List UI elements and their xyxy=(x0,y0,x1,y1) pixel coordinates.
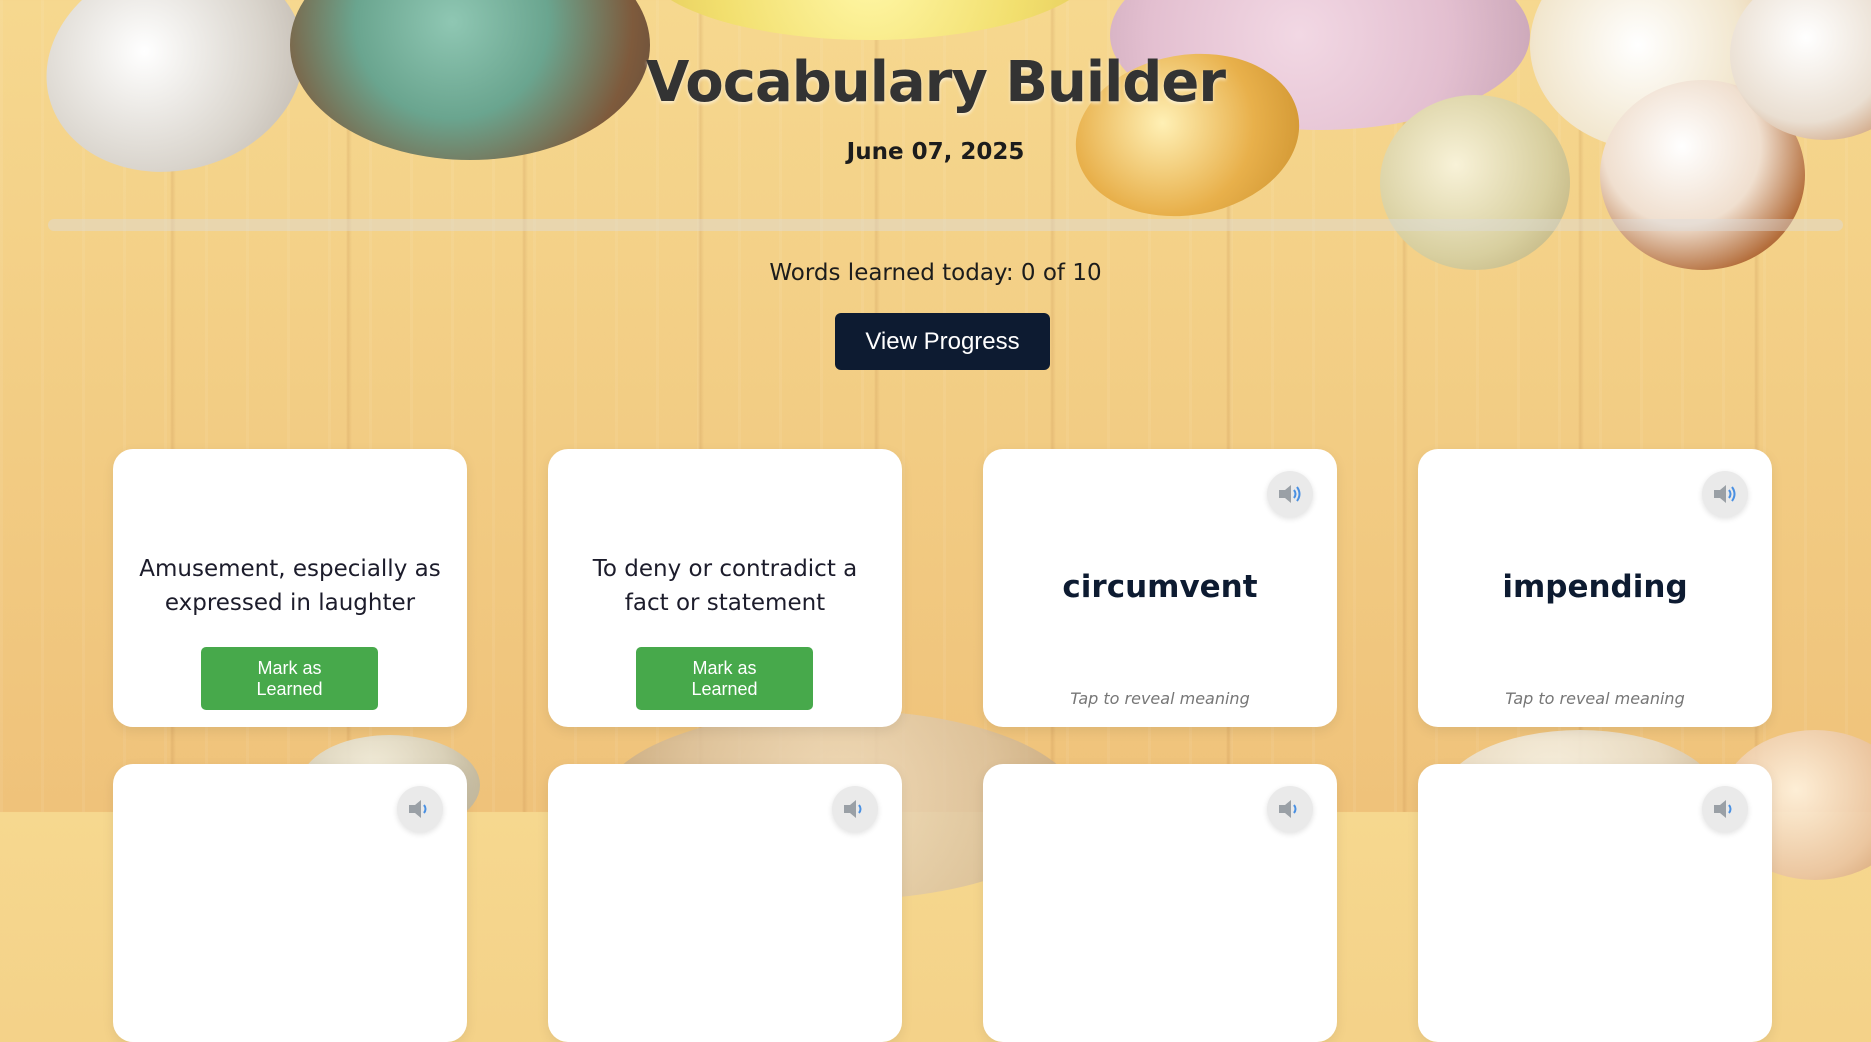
vocab-card[interactable] xyxy=(113,764,467,1042)
view-progress-button[interactable]: View Progress xyxy=(835,313,1050,370)
speaker-icon xyxy=(1279,485,1301,503)
speaker-icon xyxy=(1279,800,1297,818)
vocab-card-flipped[interactable]: To deny or contradict a fact or statemen… xyxy=(548,449,902,727)
header-divider xyxy=(48,219,1843,231)
pronounce-button[interactable] xyxy=(1702,471,1748,517)
vocab-card-flipped[interactable]: Amusement, especially as expressed in la… xyxy=(113,449,467,727)
vocab-card[interactable] xyxy=(548,764,902,1042)
decorative-shell xyxy=(1380,95,1570,270)
vocab-word: circumvent xyxy=(1062,569,1258,605)
pronounce-button[interactable] xyxy=(832,786,878,832)
vocab-word: impending xyxy=(1502,569,1688,605)
speaker-icon xyxy=(1714,800,1732,818)
vocab-card[interactable] xyxy=(983,764,1337,1042)
pronounce-button[interactable] xyxy=(397,786,443,832)
speaker-icon xyxy=(844,800,862,818)
speaker-icon xyxy=(409,800,427,818)
pronounce-button[interactable] xyxy=(1267,786,1313,832)
card-meaning: To deny or contradict a fact or statemen… xyxy=(592,556,858,616)
pronounce-button[interactable] xyxy=(1702,786,1748,832)
mark-as-learned-button[interactable]: Mark as Learned xyxy=(201,647,378,710)
vocab-card[interactable]: impending Tap to reveal meaning xyxy=(1418,449,1772,727)
mark-as-learned-button[interactable]: Mark as Learned xyxy=(636,647,813,710)
card-meaning: Amusement, especially as expressed in la… xyxy=(139,556,441,616)
reveal-hint: Tap to reveal meaning xyxy=(1070,689,1250,708)
speaker-icon xyxy=(1714,485,1736,503)
decorative-shell xyxy=(640,0,1100,40)
pronounce-button[interactable] xyxy=(1267,471,1313,517)
vocab-card[interactable] xyxy=(1418,764,1772,1042)
reveal-hint: Tap to reveal meaning xyxy=(1505,689,1685,708)
current-date: June 07, 2025 xyxy=(846,139,1025,165)
vocab-card[interactable]: circumvent Tap to reveal meaning xyxy=(983,449,1337,727)
words-learned-status: Words learned today: 0 of 10 xyxy=(769,260,1102,286)
page-title: Vocabulary Builder xyxy=(646,50,1226,115)
